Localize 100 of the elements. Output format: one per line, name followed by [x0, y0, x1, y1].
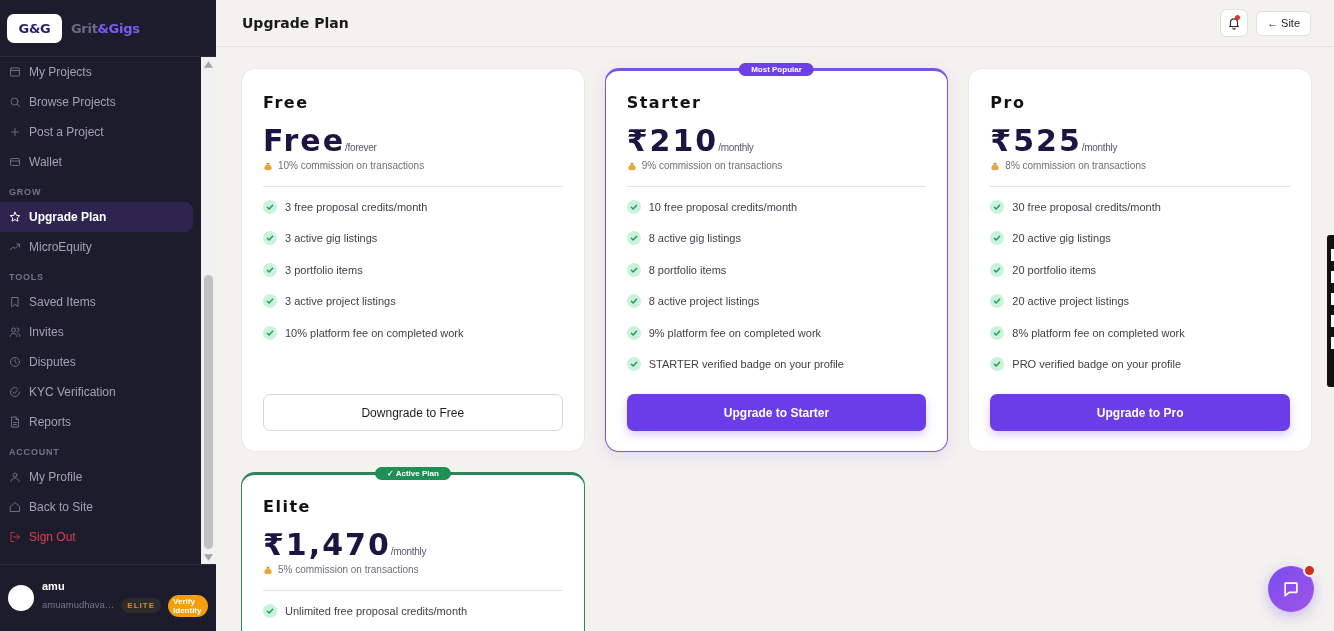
scroll-down-icon[interactable]	[204, 554, 213, 561]
feature-text: 10 free proposal credits/month	[648, 199, 798, 215]
nav-item[interactable]: Back to Site	[0, 492, 193, 522]
feature-text: 20 active project listings	[1012, 294, 1130, 309]
money-bag-icon	[990, 161, 1001, 171]
nav-item[interactable]: Post a Project	[0, 117, 193, 147]
back-to-site-button[interactable]: ← Site	[1256, 10, 1311, 36]
nav-item[interactable]: Sign Out	[0, 522, 193, 552]
scroll-up-icon[interactable]	[204, 61, 213, 68]
avatar	[8, 585, 34, 611]
logo[interactable]: G&G	[7, 13, 62, 43]
check-icon	[626, 231, 641, 246]
check-icon	[990, 325, 1005, 340]
bookmark-icon	[9, 296, 21, 308]
brand-name: Grit&Gigs	[71, 20, 140, 36]
check-icon	[626, 357, 641, 372]
check-icon	[990, 357, 1005, 372]
clock-icon	[9, 356, 21, 368]
check-icon	[626, 262, 641, 277]
nav-item[interactable]: Saved Items	[0, 287, 193, 317]
commission-text: 5% commission on transactions	[278, 563, 419, 577]
nav-section-heading: TOOLS	[8, 271, 45, 284]
feature-text: 3 active gig listings	[285, 231, 378, 246]
money-bag-icon	[626, 161, 637, 171]
check-icon	[990, 294, 1005, 309]
user-icon	[9, 471, 21, 483]
nav-item[interactable]: Upgrade Plan	[0, 202, 193, 232]
check-icon	[263, 199, 277, 214]
nav-item[interactable]: Wallet	[0, 147, 193, 177]
money-bag-icon	[263, 161, 273, 171]
chat-button[interactable]	[1268, 566, 1314, 612]
check-icon	[990, 231, 1005, 246]
feature-text: 9% platform fee on completed work	[648, 325, 822, 341]
feature-text: 20 active gig listings	[1012, 231, 1111, 246]
price-period: /forever	[345, 141, 377, 155]
nav-item[interactable]: Invites	[0, 317, 193, 347]
plan-name: Elite	[263, 499, 312, 515]
page-title: Upgrade Plan	[242, 15, 350, 31]
check-icon	[263, 231, 277, 246]
nav-item[interactable]: Reports	[0, 407, 193, 437]
search-icon	[9, 96, 21, 108]
most-popular-badge: Most Popular	[739, 63, 814, 76]
nav-item[interactable]: KYC Verification	[0, 377, 193, 407]
active-plan-badge: ✓ Active Plan	[374, 467, 451, 480]
price-period: /monthly	[390, 545, 427, 559]
bell-icon	[1227, 16, 1241, 30]
feature-text: Unlimited free proposal credits/month	[285, 603, 468, 619]
feature-text: STARTER verified badge on your profile	[648, 357, 844, 372]
commission-text: 10% commission on transactions	[278, 159, 425, 173]
plan-name: Pro	[990, 95, 1027, 111]
commission-text: 9% commission on transactions	[641, 159, 783, 173]
trend-line-icon	[9, 241, 21, 253]
check-icon	[990, 199, 1005, 214]
downgrade-button[interactable]: Downgrade to Free	[263, 394, 563, 431]
user-handle: amuamudhava…	[42, 598, 115, 613]
feature-text: 3 free proposal credits/month	[285, 199, 428, 215]
scrollbar-thumb[interactable]	[204, 275, 213, 549]
check-circle-icon	[9, 386, 21, 398]
plus-icon	[9, 126, 21, 138]
sign-out-icon	[9, 531, 21, 543]
feature-text: 8 active gig listings	[648, 231, 741, 246]
feature-text: 8 active project listings	[648, 294, 760, 309]
upgrade-button[interactable]: Upgrade to Pro	[990, 394, 1290, 431]
check-icon	[263, 603, 277, 618]
scrollbar-track[interactable]	[201, 57, 216, 564]
upgrade-button[interactable]: Upgrade to Starter	[626, 394, 927, 431]
star-icon	[9, 211, 21, 223]
check-icon	[263, 262, 277, 277]
check-icon	[626, 199, 641, 214]
nav-section-heading: ACCOUNT	[8, 446, 61, 459]
plan-name: Starter	[626, 95, 703, 111]
money-bag-icon	[263, 565, 273, 575]
plan-name: Free	[263, 95, 310, 111]
nav-item[interactable]: Disputes	[0, 347, 193, 377]
feature-text: 3 active project listings	[285, 294, 396, 309]
nav-item[interactable]: MicroEquity	[0, 232, 193, 262]
feature-text: 3 portfolio items	[285, 262, 363, 278]
nav-item[interactable]: My Profile	[0, 462, 193, 492]
check-icon	[626, 325, 641, 340]
nav-item[interactable]: Browse Projects	[0, 87, 193, 117]
price-period: /monthly	[718, 141, 754, 155]
nav-item[interactable]: My Projects	[0, 57, 193, 87]
card-icon	[9, 156, 21, 168]
check-icon	[263, 325, 277, 340]
box-icon	[9, 66, 21, 78]
nav-section-heading: GROW	[8, 186, 43, 199]
user-name: amu	[42, 579, 66, 593]
check-icon	[626, 294, 641, 309]
plan-price: Free	[263, 124, 346, 157]
price-period: /monthly	[1081, 141, 1118, 155]
home-icon	[9, 501, 21, 513]
users-icon	[9, 326, 21, 338]
check-icon	[990, 262, 1005, 277]
plan-price: ₹210	[626, 124, 719, 157]
commission-text: 8% commission on transactions	[1005, 159, 1146, 173]
document-icon	[9, 416, 21, 428]
notifications-button[interactable]	[1220, 9, 1248, 37]
side-widget-drawing[interactable]	[1327, 235, 1334, 387]
feature-text: 10% platform fee on completed work	[285, 325, 464, 341]
feature-text: PRO verified badge on your profile	[1012, 357, 1182, 372]
